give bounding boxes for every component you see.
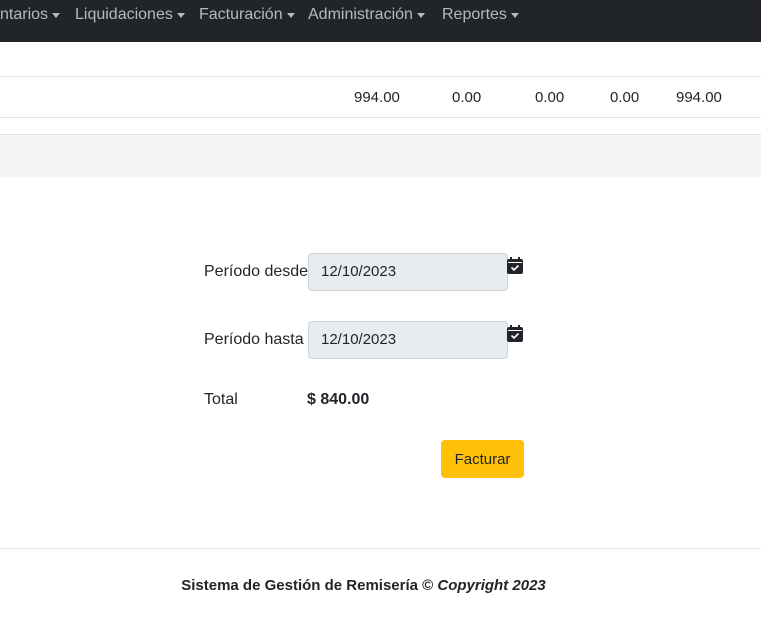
- table-footer-band: [0, 134, 761, 177]
- nav-item-label: ntarios: [0, 6, 49, 23]
- periodo-hasta-label: Período hasta: [204, 331, 304, 348]
- table-cell: 0.00: [535, 89, 565, 106]
- calendar-check-icon[interactable]: [507, 257, 523, 274]
- top-navbar: ntarios Liquidaciones Facturación Admini…: [0, 0, 761, 42]
- table-cell: 994.00: [354, 89, 400, 106]
- caret-down-icon: [286, 12, 295, 18]
- footer-copyright-year: Copyright 2023: [437, 577, 546, 594]
- caret-down-icon: [416, 12, 425, 18]
- caret-down-icon: [510, 12, 519, 18]
- facturar-button[interactable]: Facturar: [441, 440, 524, 478]
- nav-item-label: Facturación: [199, 6, 283, 23]
- periodo-desde-input[interactable]: 12/10/2023: [308, 253, 508, 291]
- footer-text: Sistema de Gestión de Remisería ©: [181, 577, 434, 594]
- table-cell: 994.00: [676, 89, 722, 106]
- total-label: Total: [204, 391, 238, 408]
- nav-item-comentarios[interactable]: ntarios: [0, 0, 61, 30]
- nav-item-reportes[interactable]: Reportes: [442, 0, 519, 30]
- table-row: 994.00 0.00 0.00 0.00 994.00: [0, 76, 761, 118]
- footer-divider: [0, 548, 761, 549]
- nav-item-administracion[interactable]: Administración: [308, 0, 425, 30]
- periodo-desde-label: Período desde: [204, 263, 309, 280]
- caret-down-icon: [176, 12, 185, 18]
- calendar-check-icon[interactable]: [507, 325, 523, 342]
- nav-item-facturacion[interactable]: Facturación: [199, 0, 295, 30]
- total-value: $ 840.00: [307, 391, 370, 408]
- table-cell: 0.00: [610, 89, 640, 106]
- periodo-hasta-input[interactable]: 12/10/2023: [308, 321, 508, 359]
- caret-down-icon: [52, 12, 61, 18]
- nav-item-label: Reportes: [442, 6, 507, 23]
- nav-item-liquidaciones[interactable]: Liquidaciones: [75, 0, 185, 30]
- nav-item-label: Administración: [308, 6, 413, 23]
- nav-item-label: Liquidaciones: [75, 6, 173, 23]
- table-cell: 0.00: [452, 89, 482, 106]
- footer-copyright: Sistema de Gestión de Remisería © Copyri…: [0, 577, 727, 594]
